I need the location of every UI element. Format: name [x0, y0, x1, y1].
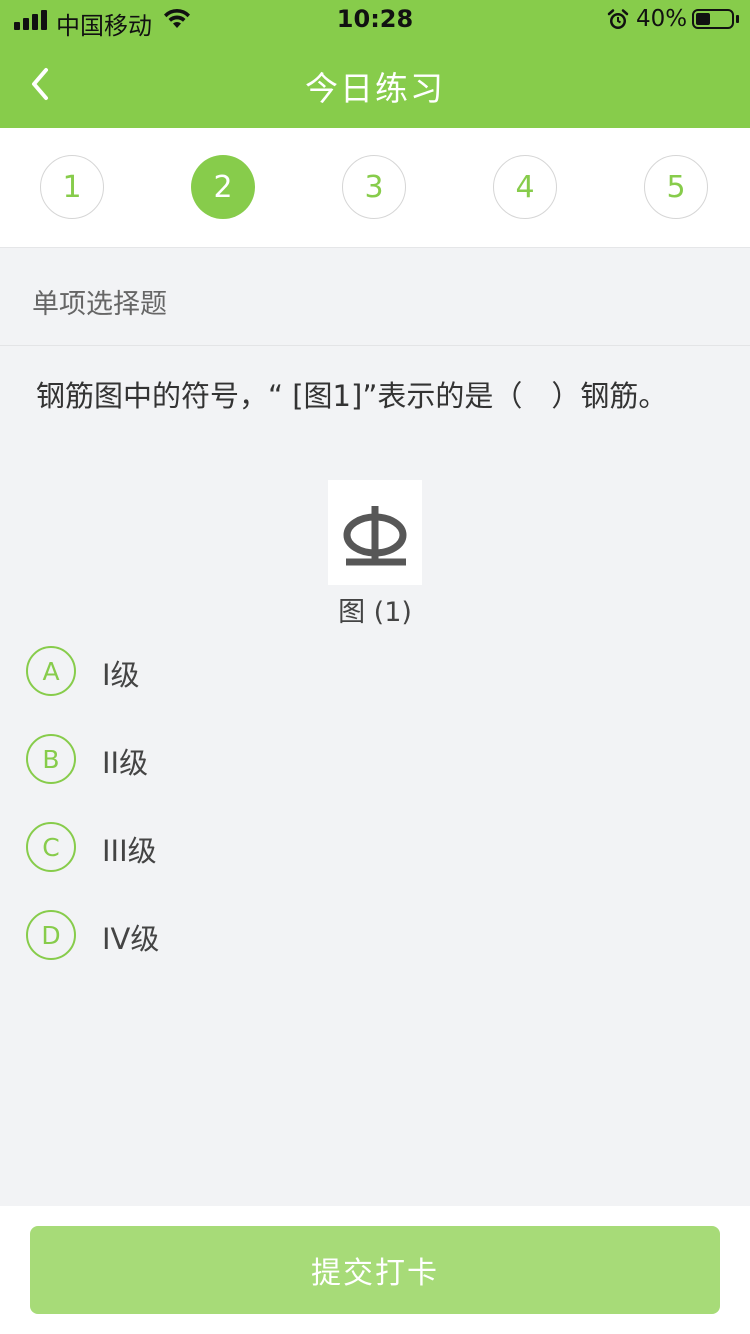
nav-bar: 今日练习	[0, 40, 750, 128]
battery-percent: 40%	[636, 6, 688, 32]
step-2[interactable]: 2	[191, 155, 255, 219]
option-d[interactable]: D IV级	[26, 910, 626, 960]
step-1[interactable]: 1	[40, 155, 104, 219]
figure-caption: 图 (1)	[338, 597, 412, 628]
alarm-icon	[606, 8, 630, 36]
step-4[interactable]: 4	[493, 155, 557, 219]
screen: 中国移动 10:28 40% 今日练习 1 2 3 4 5 单项选择题 钢筋图中…	[0, 0, 750, 1334]
battery-icon	[692, 9, 734, 29]
option-c[interactable]: C III级	[26, 822, 626, 872]
option-letter: B	[26, 734, 76, 784]
rebar-symbol-icon	[343, 506, 407, 566]
option-text: II级	[102, 746, 149, 780]
question-type-bar: 单项选择题	[0, 248, 750, 346]
option-text: III级	[102, 834, 157, 868]
option-letter: D	[26, 910, 76, 960]
option-letter: C	[26, 822, 76, 872]
battery-cap	[736, 15, 739, 23]
status-bar: 中国移动 10:28 40%	[0, 0, 750, 40]
footer: 提交打卡	[0, 1206, 750, 1334]
question-stepper: 1 2 3 4 5	[0, 128, 750, 248]
option-text: IV级	[102, 922, 160, 956]
step-3[interactable]: 3	[342, 155, 406, 219]
question-text: 钢筋图中的符号，“ [图1]”表示的是（ ）钢筋。	[36, 379, 668, 413]
step-5[interactable]: 5	[644, 155, 708, 219]
option-b[interactable]: B II级	[26, 734, 626, 784]
option-a[interactable]: A I级	[26, 646, 626, 696]
header: 中国移动 10:28 40% 今日练习	[0, 0, 750, 128]
page-title: 今日练习	[305, 69, 445, 108]
question-figure	[328, 480, 422, 585]
submit-button[interactable]: 提交打卡	[30, 1226, 720, 1314]
option-letter: A	[26, 646, 76, 696]
question-type: 单项选择题	[32, 289, 167, 320]
option-text: I级	[102, 658, 140, 692]
